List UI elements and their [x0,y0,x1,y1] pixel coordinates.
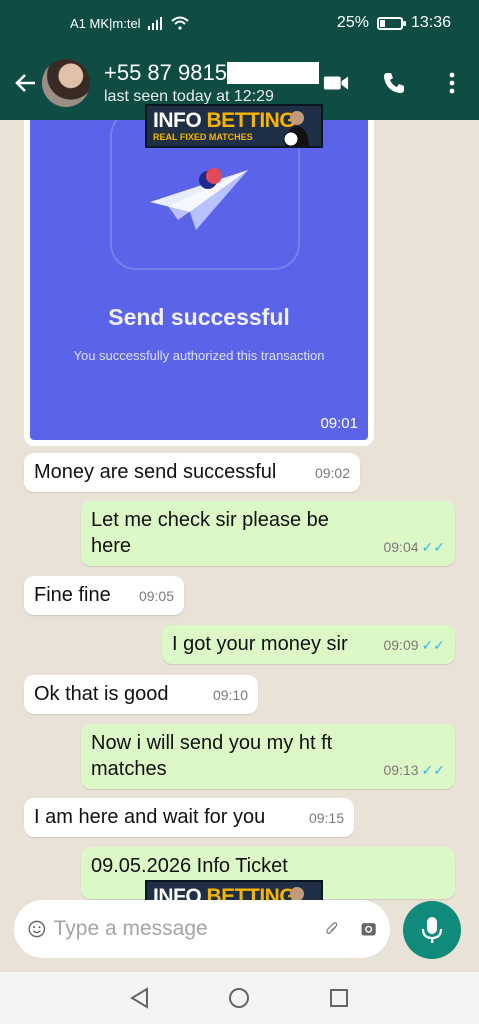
home-circle-icon[interactable] [228,987,250,1009]
video-call-button[interactable] [323,70,349,96]
message-text: I am here and wait for you [34,806,266,828]
outgoing-message[interactable]: I got your money sir 09:09 ✓✓ [162,625,455,664]
message-time: 09:13 [383,762,419,778]
chat-area[interactable]: Send successful You successfully authori… [0,120,479,972]
attach-icon[interactable] [325,916,339,942]
message-time: 09:01 [320,415,358,432]
message-input[interactable] [53,917,325,941]
battery-percent: 25% [336,14,369,31]
image-message[interactable]: Send successful You successfully authori… [24,120,374,446]
message-meta: 09:09 ✓✓ [375,632,445,658]
voice-call-button[interactable] [381,70,407,96]
status-right: 25% 13:36 [337,14,451,32]
contact-info[interactable]: +55 87 9815 last seen today at 12:29 [104,60,323,106]
wifi-icon [170,16,189,30]
message-meta: 09:02 [307,460,350,486]
message-text: 09.05.2026 Info Ticket [91,855,288,877]
message-text: Ok that is good [34,683,169,705]
incoming-message[interactable]: Fine fine 09:05 [24,576,184,615]
message-time: 09:15 [308,810,344,826]
clock: 13:36 [410,14,451,31]
outgoing-message[interactable]: Now i will send you my ht ft matches 09:… [81,724,455,789]
carrier-label: A1 MK|m:tel [70,15,141,31]
contact-name: +55 87 9815 [104,60,323,86]
message-text: I got your money sir [172,633,348,655]
contact-number: +55 87 9815 [104,60,227,85]
watermark-banner-top: INFO BETTING REAL FIXED MATCHES [145,104,323,148]
message-text: Fine fine [34,584,111,606]
status-left: A1 MK|m:tel [70,16,189,31]
paper-plane-icon [150,168,248,230]
signal-icon [147,17,162,30]
microphone-icon [421,917,443,943]
voice-record-button[interactable] [403,901,461,959]
message-time: 09:09 [383,637,419,653]
message-time: 09:05 [138,588,174,604]
message-text: Money are send successful [34,461,277,483]
header-actions [323,70,465,96]
read-ticks-icon: ✓✓ [421,539,445,555]
footballer-icon [283,111,309,146]
message-meta: 09:13 ✓✓ [375,757,445,783]
message-time: 09:02 [314,465,350,481]
incoming-message[interactable]: Ok that is good 09:10 [24,675,258,714]
watermark-text-a: INFO [153,109,207,132]
back-arrow-icon[interactable] [14,71,38,95]
battery-icon [376,16,406,30]
status-bar: A1 MK|m:tel 25% 13:36 [0,0,479,46]
message-meta: 09:05 [131,583,174,609]
incoming-message[interactable]: Money are send successful 09:02 [24,453,360,492]
message-text: Now i will send you my ht ft matches [91,732,333,780]
message-time: 09:10 [212,687,248,703]
back-triangle-icon[interactable] [129,987,151,1009]
video-camera-icon [323,76,349,90]
message-meta: 09:04 ✓✓ [375,534,445,560]
camera-icon[interactable] [361,917,376,941]
kebab-menu-icon [449,72,455,94]
message-meta: 09:15 [301,805,344,831]
contact-avatar[interactable] [42,59,90,107]
more-options-button[interactable] [439,70,465,96]
read-ticks-icon: ✓✓ [421,762,445,778]
read-ticks-icon: ✓✓ [421,637,445,653]
phone-icon [384,73,404,93]
message-time: 09:04 [383,539,419,555]
system-nav-bar [0,972,479,1024]
send-successful-subtitle: You successfully authorized this transac… [73,348,325,363]
recents-square-icon[interactable] [328,987,350,1009]
message-composer [14,900,390,958]
send-successful-title: Send successful [108,304,290,330]
message-text: Let me check sir please be here [91,509,329,557]
redaction-box [226,62,319,84]
emoji-icon[interactable] [28,914,46,944]
message-meta: 09:10 [205,682,248,708]
payment-screenshot: Send successful You successfully authori… [30,120,368,440]
outgoing-message[interactable]: Let me check sir please be here 09:04 ✓✓ [81,501,455,566]
incoming-message[interactable]: I am here and wait for you 09:15 [24,798,354,837]
